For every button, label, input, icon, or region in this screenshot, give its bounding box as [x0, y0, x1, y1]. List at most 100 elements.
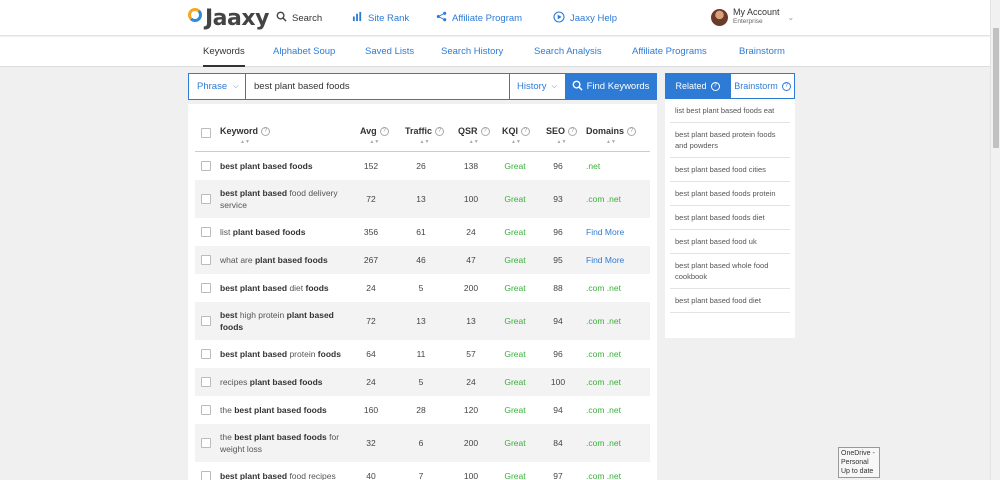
related-keyword-item[interactable]: best plant based food uk: [670, 230, 790, 254]
row-checkbox[interactable]: [201, 227, 211, 237]
nav-jaaxy-help[interactable]: Jaaxy Help: [553, 0, 617, 36]
keyword-cell[interactable]: best plant based food recipes: [220, 470, 350, 480]
domains-cell[interactable]: .com .net: [586, 377, 621, 387]
keyword-cell[interactable]: the best plant based foods for weight lo…: [220, 431, 350, 455]
domains-cell[interactable]: .com .net: [586, 316, 621, 326]
find-keywords-button[interactable]: Find Keywords: [565, 74, 656, 99]
seo-cell: 88: [553, 283, 563, 293]
traffic-cell: 28: [416, 405, 426, 415]
table-row[interactable]: best plant based food recipes 40 7 100 97 Gre…: [195, 462, 650, 480]
find-more-link[interactable]: Find More: [586, 255, 624, 265]
info-icon[interactable]: ?: [480, 126, 490, 136]
info-icon[interactable]: ?: [627, 126, 637, 136]
keyword-cell[interactable]: list plant based foods: [220, 226, 350, 238]
tab-alphabet-soup[interactable]: Alphabet Soup: [273, 37, 335, 67]
table-row[interactable]: what are plant based foods 267 46 47 95 Great…: [195, 246, 650, 274]
col-seo[interactable]: SEO? ▲▼: [546, 126, 578, 145]
col-traffic[interactable]: Traffic? ▲▼: [405, 126, 445, 145]
row-checkbox[interactable]: [201, 405, 211, 415]
row-checkbox[interactable]: [201, 471, 211, 480]
table-row[interactable]: recipes plant based foods 24 5 24 100 Great .c…: [195, 368, 650, 396]
tab-related[interactable]: Related?: [665, 73, 730, 99]
info-icon[interactable]: ?: [568, 126, 578, 136]
row-checkbox[interactable]: [201, 438, 211, 448]
related-keyword-item[interactable]: best plant based food cities: [670, 158, 790, 182]
domains-cell[interactable]: .com .net: [586, 194, 621, 204]
related-keyword-item[interactable]: best plant based whole food cookbook: [670, 254, 790, 289]
avg-cell: 267: [363, 255, 379, 265]
tab-search-analysis[interactable]: Search Analysis: [534, 37, 602, 67]
select-all-checkbox[interactable]: [201, 128, 211, 138]
keyword-cell[interactable]: recipes plant based foods: [220, 376, 350, 388]
col-domains[interactable]: Domains? ▲▼: [586, 126, 637, 145]
row-checkbox[interactable]: [201, 377, 211, 387]
domains-cell[interactable]: .com .net: [586, 405, 621, 415]
page-scrollbar[interactable]: [990, 0, 1000, 480]
related-keyword-item[interactable]: list best plant based foods eat: [670, 99, 790, 123]
tab-search-history[interactable]: Search History: [441, 37, 503, 67]
col-avg[interactable]: Avg? ▲▼: [360, 126, 389, 145]
search-input[interactable]: [246, 74, 509, 99]
qsr-cell: 57: [466, 349, 476, 359]
row-checkbox[interactable]: [201, 194, 211, 204]
related-keyword-item[interactable]: best plant based foods diet: [670, 206, 790, 230]
help-icon[interactable]: ?: [710, 81, 720, 91]
domains-cell[interactable]: .com .net: [586, 283, 621, 293]
keyword-cell[interactable]: the best plant based foods: [220, 404, 350, 416]
domains-cell[interactable]: .net: [586, 161, 600, 171]
table-row[interactable]: the best plant based foods 160 28 120 94 Grea…: [195, 396, 650, 424]
keyword-cell[interactable]: best high protein plant based foods: [220, 309, 350, 333]
traffic-cell: 61: [416, 227, 426, 237]
info-icon[interactable]: ?: [521, 126, 531, 136]
domains-cell[interactable]: .com .net: [586, 438, 621, 448]
jaaxy-logo[interactable]: Jaaxy: [188, 5, 269, 31]
table-row[interactable]: best high protein plant based foods 72 13 1…: [195, 302, 650, 340]
nav-affiliate-program[interactable]: Affiliate Program: [436, 0, 522, 36]
keyword-cell[interactable]: best plant based foods: [220, 160, 350, 172]
table-row[interactable]: list plant based foods 356 61 24 96 Great Find…: [195, 218, 650, 246]
keyword-cell[interactable]: what are plant based foods: [220, 254, 350, 266]
info-icon[interactable]: ?: [435, 126, 445, 136]
scrollbar-thumb[interactable]: [993, 28, 999, 148]
keyword-text: best plant based foods: [234, 405, 327, 415]
col-keyword[interactable]: Keyword? ▲▼: [220, 126, 271, 145]
account-menu[interactable]: My Account Enterprise ⌄: [711, 8, 794, 26]
find-more-link[interactable]: Find More: [586, 227, 624, 237]
table-row[interactable]: the best plant based foods for weight lo…: [195, 424, 650, 462]
domains-cell[interactable]: .com .net: [586, 471, 621, 480]
tab-saved-lists[interactable]: Saved Lists: [365, 37, 414, 67]
table-row[interactable]: best plant based foods 152 26 138 96 Great .ne…: [195, 152, 650, 180]
related-keyword-item[interactable]: best plant based foods protein: [670, 182, 790, 206]
keyword-cell[interactable]: best plant based diet foods: [220, 282, 350, 294]
domains-cell[interactable]: .com .net: [586, 349, 621, 359]
kqi-cell: Great: [504, 161, 526, 171]
row-checkbox[interactable]: [201, 255, 211, 265]
row-checkbox[interactable]: [201, 316, 211, 326]
keyword-cell[interactable]: best plant based food delivery service: [220, 187, 350, 211]
row-checkbox[interactable]: [201, 283, 211, 293]
history-dropdown[interactable]: History ⌵: [509, 74, 565, 99]
help-icon[interactable]: ?: [781, 81, 791, 91]
tab-affiliate-programs[interactable]: Affiliate Programs: [632, 37, 707, 67]
keyword-cell[interactable]: best plant based protein foods: [220, 348, 350, 360]
tab-brainstorm[interactable]: Brainstorm: [739, 37, 785, 67]
info-icon[interactable]: ?: [379, 126, 389, 136]
tab-keywords[interactable]: Keywords: [203, 37, 245, 67]
tab-related-brainstorm[interactable]: Brainstorm?: [730, 73, 795, 99]
search-mode-select[interactable]: Phrase ⌵: [189, 74, 246, 99]
table-row[interactable]: best plant based protein foods 64 11 57 96 Gr…: [195, 340, 650, 368]
table-row[interactable]: best plant based diet foods 24 5 200 88 Great…: [195, 274, 650, 302]
nav-site-rank[interactable]: Site Rank: [352, 0, 409, 36]
info-icon[interactable]: ?: [261, 126, 271, 136]
sort-icon: ▲▼: [369, 139, 380, 145]
col-qsr[interactable]: QSR? ▲▼: [458, 126, 490, 145]
row-checkbox[interactable]: [201, 349, 211, 359]
table-row[interactable]: best plant based food delivery service 72…: [195, 180, 650, 218]
row-checkbox[interactable]: [201, 161, 211, 171]
keyword-text: protein: [287, 349, 318, 359]
related-keyword-item[interactable]: best plant based food diet: [670, 289, 790, 313]
nav-search[interactable]: Search: [276, 0, 322, 36]
qsr-cell: 120: [463, 405, 479, 415]
col-kqi[interactable]: KQI? ▲▼: [502, 126, 531, 145]
related-keyword-item[interactable]: best plant based protein foods and powde…: [670, 123, 790, 158]
